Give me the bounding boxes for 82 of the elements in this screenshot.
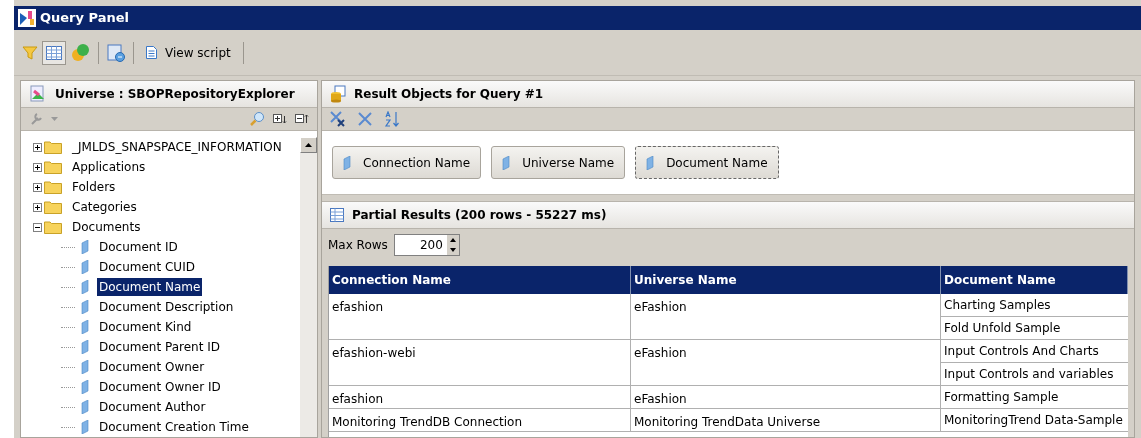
app-logo-icon bbox=[18, 9, 36, 27]
table-cell: Input Controls And Charts bbox=[941, 340, 1128, 363]
folder-icon bbox=[44, 220, 62, 234]
tree-item[interactable]: Document CUID bbox=[97, 258, 197, 276]
object-icon bbox=[81, 300, 89, 314]
scrollbar[interactable] bbox=[300, 137, 317, 437]
object-icon bbox=[81, 240, 89, 254]
object-icon bbox=[81, 260, 89, 274]
tree-item[interactable]: Document Owner ID bbox=[97, 378, 223, 396]
expand-toggle[interactable] bbox=[33, 202, 42, 212]
table-cell: MonitoringTrend Data-Sample bbox=[941, 409, 1128, 432]
tree-item[interactable]: Document Author bbox=[97, 398, 208, 416]
tree-item[interactable]: Document Parent ID bbox=[97, 338, 222, 356]
tree-item[interactable]: Document Creation Time bbox=[97, 418, 251, 436]
max-rows-label: Max Rows bbox=[328, 236, 388, 254]
table-cell: efashion bbox=[329, 294, 631, 340]
table-cell: Formatting Sample bbox=[941, 386, 1128, 409]
object-icon bbox=[343, 155, 351, 170]
tree-item[interactable]: Folders bbox=[70, 178, 118, 196]
tree-item[interactable]: Document ID bbox=[97, 238, 180, 256]
tree-item[interactable]: Document Name bbox=[97, 278, 203, 296]
expand-toggle[interactable] bbox=[33, 162, 42, 172]
object-icon bbox=[81, 360, 89, 374]
tree-item[interactable]: Document Kind bbox=[97, 318, 194, 336]
document-icon bbox=[146, 46, 157, 59]
expand-toggle[interactable] bbox=[33, 182, 42, 192]
result-object-chip[interactable]: Connection Name bbox=[332, 146, 482, 179]
object-icon bbox=[81, 340, 89, 354]
panel-title: Result Objects for Query #1 bbox=[354, 86, 544, 103]
panel-title: Partial Results (200 rows - 55227 ms) bbox=[352, 207, 607, 224]
tree-item[interactable]: _JMLDS_SNAPSPACE_INFORMATION bbox=[70, 138, 284, 156]
universe-icon bbox=[29, 85, 47, 103]
table-icon bbox=[330, 208, 344, 222]
folder-icon bbox=[44, 140, 62, 154]
sort-ascending-icon[interactable] bbox=[384, 111, 400, 127]
plus-icon bbox=[34, 143, 41, 151]
database-icon bbox=[330, 85, 346, 103]
object-icon bbox=[646, 155, 655, 170]
folder-icon bbox=[44, 200, 62, 214]
tree-item[interactable]: Document Description bbox=[97, 298, 236, 316]
column-header[interactable]: Document Name bbox=[941, 266, 1128, 294]
table-cell: eFashion bbox=[631, 294, 941, 340]
window-title: Query Panel bbox=[40, 9, 129, 28]
grid-view-button[interactable] bbox=[42, 40, 66, 65]
plus-icon bbox=[34, 203, 41, 211]
table-cell: efashion-webi bbox=[329, 340, 631, 386]
object-icon bbox=[81, 280, 89, 294]
tree-item[interactable]: Document Owner bbox=[97, 358, 207, 376]
collapse-all-icon[interactable] bbox=[295, 114, 309, 124]
table-cell: Input Controls and variables bbox=[941, 363, 1128, 386]
remove-all-icon[interactable] bbox=[330, 111, 346, 127]
max-rows-spinner[interactable]: 200 bbox=[393, 233, 460, 256]
object-icon bbox=[81, 380, 89, 394]
table-cell: eFashion bbox=[631, 386, 941, 409]
result-object-chip[interactable]: Document Name bbox=[635, 146, 779, 179]
column-header[interactable]: Connection Name bbox=[329, 266, 631, 294]
tree-item[interactable]: Categories bbox=[70, 198, 139, 216]
table-cell: Fold Unfold Sample bbox=[941, 317, 1128, 340]
folder-icon bbox=[44, 160, 62, 174]
panel-title: Universe : SBOPRepositoryExplorer bbox=[55, 86, 295, 103]
object-icon bbox=[81, 400, 89, 414]
scroll-up-arrow-icon[interactable] bbox=[305, 143, 312, 147]
folder-icon bbox=[44, 180, 62, 194]
table-cell: Charting Samples bbox=[941, 294, 1128, 317]
object-icon bbox=[502, 155, 511, 170]
plus-icon bbox=[34, 183, 41, 191]
tree-item[interactable]: Documents bbox=[70, 218, 143, 236]
table-cell: Monitoring TrendData Universe bbox=[631, 409, 941, 432]
table-cell: efashion bbox=[329, 386, 631, 409]
collapse-toggle[interactable] bbox=[33, 222, 42, 232]
tree-item[interactable]: Applications bbox=[70, 158, 148, 176]
result-object-chip[interactable]: Universe Name bbox=[491, 146, 626, 179]
plus-icon bbox=[34, 163, 41, 171]
object-icon bbox=[81, 420, 89, 434]
expand-all-icon[interactable] bbox=[273, 114, 287, 124]
column-header[interactable]: Universe Name bbox=[631, 266, 941, 294]
expand-toggle[interactable] bbox=[33, 142, 42, 152]
object-icon bbox=[81, 320, 89, 334]
table-cell: Monitoring TrendDB Connection bbox=[329, 409, 631, 432]
view-script-button[interactable]: View script bbox=[142, 43, 235, 62]
query-properties-icon[interactable] bbox=[107, 43, 125, 62]
table-cell: eFashion bbox=[631, 340, 941, 386]
